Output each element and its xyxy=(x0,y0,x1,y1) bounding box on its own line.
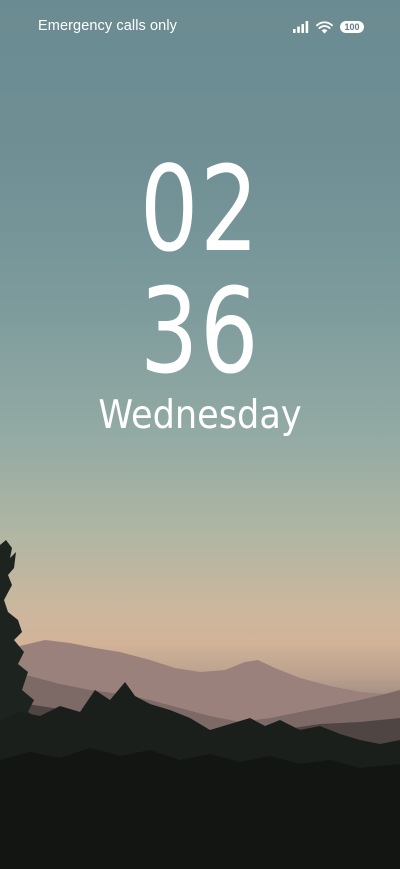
lock-screen-clock: 02 36 Wednesday xyxy=(0,148,400,448)
battery-icon: 100 xyxy=(340,21,364,33)
lock-screen: Emergency calls only 100 02 36 Wednesday xyxy=(0,0,400,869)
clock-hour: 02 xyxy=(139,140,261,278)
carrier-status-text: Emergency calls only xyxy=(38,18,177,34)
wifi-icon xyxy=(316,20,333,34)
clock-day-of-week: Wednesday xyxy=(98,393,302,438)
clock-minute: 36 xyxy=(139,262,261,400)
status-bar: Emergency calls only 100 xyxy=(0,0,400,56)
battery-level-text: 100 xyxy=(344,22,360,32)
foreground-bushes xyxy=(0,748,400,869)
status-icons: 100 xyxy=(293,18,364,36)
signal-bars-icon xyxy=(293,21,309,33)
